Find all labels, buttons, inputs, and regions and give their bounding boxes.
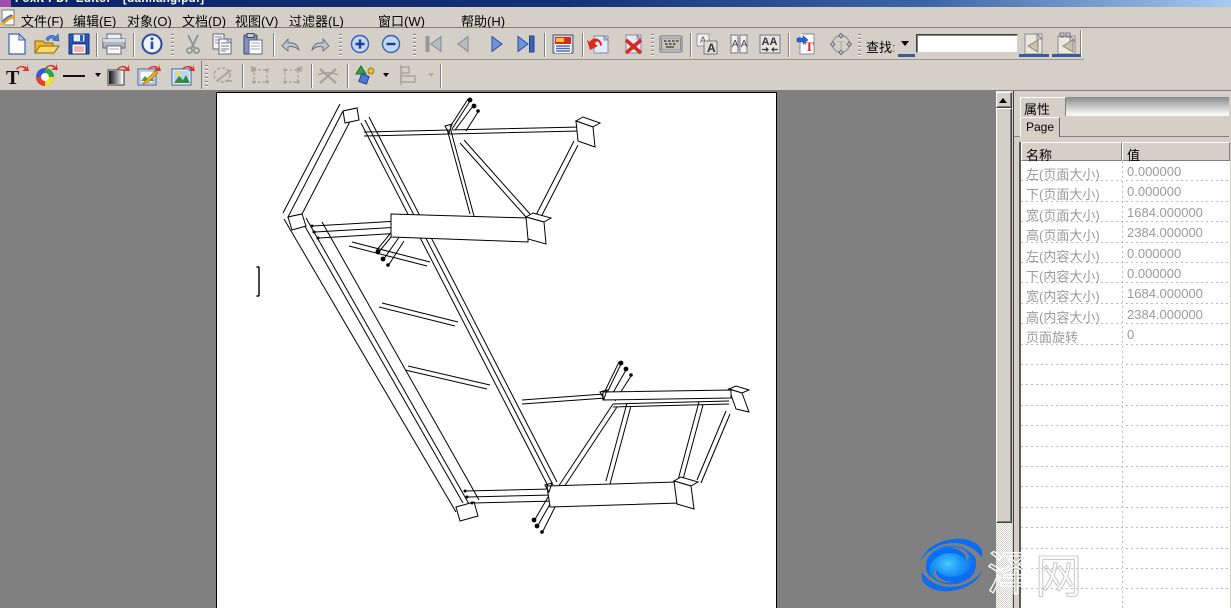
svg-text:AA: AA xyxy=(762,36,778,48)
svg-text:T: T xyxy=(805,39,814,54)
svg-text:A: A xyxy=(741,39,748,50)
svg-text:T: T xyxy=(6,67,20,88)
svg-text:T: T xyxy=(838,38,846,52)
svg-text:A: A xyxy=(732,39,739,50)
svg-text:A: A xyxy=(707,41,716,55)
